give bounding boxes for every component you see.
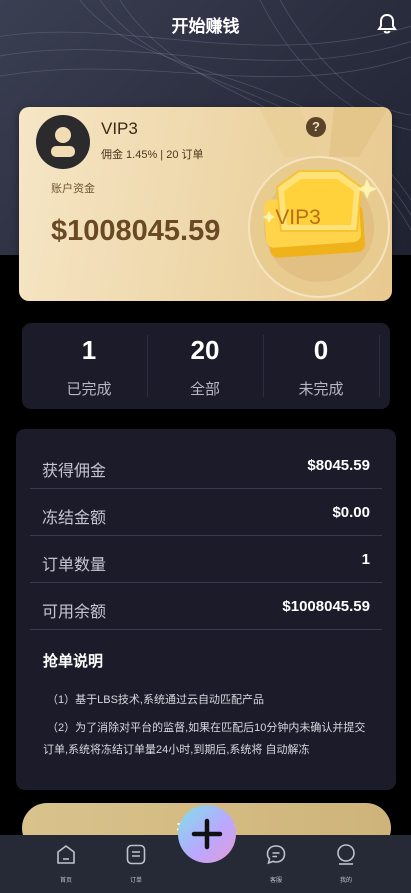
avatar [36,115,90,169]
order-icon [126,844,146,865]
bell-icon[interactable] [377,13,397,35]
tab-label: 客服 [269,878,282,884]
info-key: 订单数量 [42,557,107,574]
tab-label: 订单 [129,878,142,884]
plus-icon [191,818,223,850]
account-info-panel: 获得佣金 $8045.59 冻结金额 $0.00 订单数量 1 可用余额 $10… [16,429,396,790]
rule-item: （2）为了消除对平台的监督,如果在匹配后10分钟内未确认并提交订单,系统将冻结订… [43,722,366,756]
stat-label: 已完成 [66,381,112,398]
stat-label: 全部 [189,381,220,398]
tab-home[interactable]: 首页 [36,835,96,893]
info-value: $1008045.59 [282,598,370,615]
commission-info: 佣金 1.45% | 20 订单 [101,149,204,161]
tab-label: 首页 [59,878,72,884]
info-row-available: 可用余额 $1008045.59 [30,583,382,630]
stat-pending: 0 未完成 [260,323,382,409]
center-plus-button[interactable] [178,805,236,863]
tab-mine[interactable]: 我的 [316,835,376,893]
tab-label: 我的 [339,878,352,884]
info-row-frozen: 冻结金额 $0.00 [30,489,382,536]
info-row-commission: 获得佣金 $8045.59 [30,442,382,489]
info-key: 冻结金额 [42,510,107,527]
stat-label: 未完成 [298,381,344,398]
help-icon[interactable]: ? [306,117,326,137]
tab-orders[interactable]: 订单 [106,835,166,893]
stat-value: 20 [190,335,220,365]
vip-card: VIP3 佣金 1.45% | 20 订单 账户资金 $1008045.59 V… [19,107,392,301]
user-icon [337,844,355,865]
account-label: 账户资金 [51,183,95,195]
chat-icon [266,845,286,865]
account-amount: $1008045.59 [51,215,221,247]
stat-value: 0 [313,335,329,365]
info-key: 获得佣金 [42,463,107,480]
stat-completed: 1 已完成 [28,323,150,409]
info-value: $0.00 [332,504,370,521]
top-header: 开始赚钱 [0,0,411,46]
medal-label: VIP3 [275,206,321,229]
divider [379,335,380,397]
info-value: 1 [361,551,370,568]
page-title: 开始赚钱 [171,17,240,36]
rule-item: （1）基于LBS技术,系统通过云自动匹配产品 [47,694,264,706]
order-stats: 1 已完成 20 全部 0 未完成 [22,323,390,409]
stat-all: 20 全部 [144,323,266,409]
stat-value: 1 [81,335,97,365]
rules-title: 抢单说明 [43,653,104,670]
home-icon [57,845,75,864]
user-avatar-icon [51,127,75,157]
vip-level: VIP3 [101,119,138,138]
info-value: $8045.59 [307,457,370,474]
info-key: 可用余额 [42,604,107,621]
info-row-orders: 订单数量 1 [30,536,382,583]
tab-service[interactable]: 客服 [246,835,306,893]
